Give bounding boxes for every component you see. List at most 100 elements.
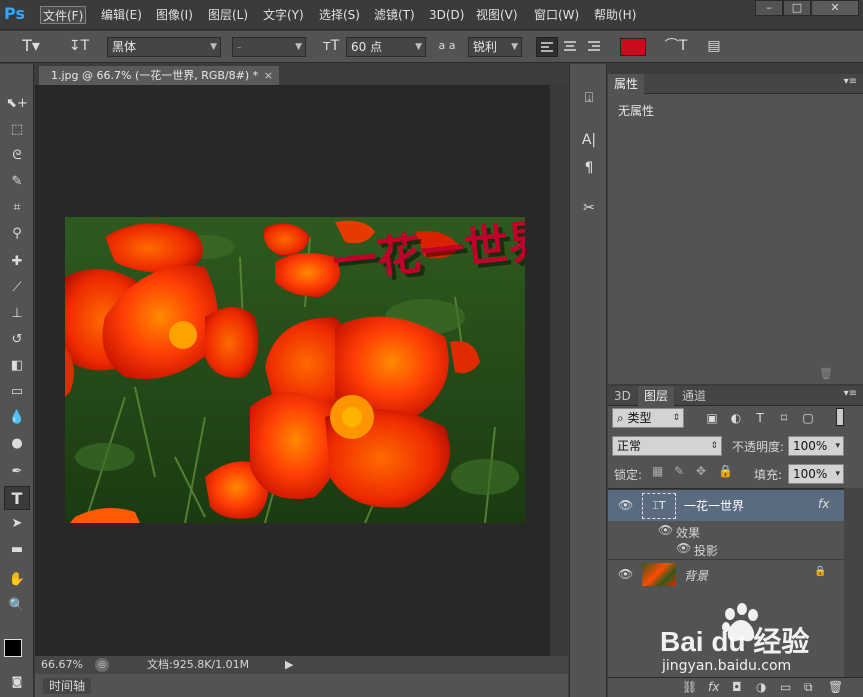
share-icon[interactable]: ◎ xyxy=(95,658,109,672)
text-color-swatch[interactable] xyxy=(620,38,646,56)
tab-3d[interactable]: 3D xyxy=(608,386,637,406)
type-tool-icon[interactable]: T xyxy=(4,486,30,510)
healing-brush-tool-icon[interactable]: ✚ xyxy=(4,250,30,274)
type-tool-preset-icon[interactable]: T▾ xyxy=(18,36,44,56)
link-layers-icon[interactable]: ⛓ xyxy=(682,680,697,694)
close-tab-icon[interactable]: × xyxy=(264,66,273,85)
lasso-tool-icon[interactable]: ᘓ xyxy=(4,144,30,168)
blur-tool-icon[interactable]: 💧 xyxy=(4,406,30,430)
tab-layers[interactable]: 图层 xyxy=(638,386,675,406)
zoom-level[interactable]: 66.67% xyxy=(41,656,83,674)
blend-mode-select[interactable]: 正常 ⇕ xyxy=(612,436,722,456)
add-style-icon[interactable]: fx xyxy=(708,680,719,694)
delete-layer-icon[interactable]: 🗑 xyxy=(828,680,843,694)
menu-type[interactable]: 文字(Y) xyxy=(261,6,306,24)
crop-tool-icon[interactable]: ⌗ xyxy=(4,196,30,220)
layer-row-text[interactable]: 👁 ⌶T 一花一世界 fx xyxy=(608,489,844,521)
layer-name[interactable]: 背景 xyxy=(684,567,708,584)
menu-layer[interactable]: 图层(L) xyxy=(206,6,250,24)
align-left-button[interactable] xyxy=(536,37,558,57)
antialias-select[interactable]: 锐利 ▼ xyxy=(468,37,522,57)
hand-tool-icon[interactable]: ✋ xyxy=(4,568,30,592)
close-icon[interactable]: ✕ xyxy=(811,0,859,16)
marquee-tool-icon[interactable]: ⬚ xyxy=(4,118,30,142)
toggle-text-orientation-icon[interactable]: ↧T xyxy=(66,36,92,56)
new-adjustment-icon[interactable]: ◑ xyxy=(756,680,766,694)
filter-adjustment-icon[interactable]: ◐ xyxy=(728,408,744,428)
menu-window[interactable]: 窗口(W) xyxy=(532,6,581,24)
align-right-button[interactable] xyxy=(584,37,606,57)
status-menu-arrow-icon[interactable]: ▶ xyxy=(285,656,293,674)
gradient-tool-icon[interactable]: ▭ xyxy=(4,380,30,404)
menu-image[interactable]: 图像(I) xyxy=(154,6,195,24)
maximize-icon[interactable]: □ xyxy=(783,0,811,16)
filter-pixel-icon[interactable]: ▣ xyxy=(704,408,720,428)
canvas-vertical-scrollbar[interactable] xyxy=(550,85,568,656)
pen-tool-icon[interactable]: ✒ xyxy=(4,460,30,484)
tab-channels[interactable]: 通道 xyxy=(676,386,712,406)
menu-edit[interactable]: 编辑(E) xyxy=(99,6,144,24)
delete-icon[interactable]: 🗑 xyxy=(819,367,833,380)
visibility-eye-icon[interactable]: 👁 xyxy=(618,498,633,512)
fill-input[interactable]: 100% ▾ xyxy=(788,464,844,484)
paragraph-panel-icon[interactable]: ¶ xyxy=(576,156,602,180)
menu-select[interactable]: 选择(S) xyxy=(317,6,362,24)
clone-stamp-tool-icon[interactable]: ⊥ xyxy=(4,302,30,326)
quick-select-tool-icon[interactable]: ✎ xyxy=(4,170,30,194)
eyedropper-tool-icon[interactable]: ⚲ xyxy=(4,222,30,246)
menu-view[interactable]: 视图(V) xyxy=(474,6,520,24)
lock-all-icon[interactable]: 🔒 xyxy=(718,464,733,478)
dodge-tool-icon[interactable]: ● xyxy=(4,432,30,456)
layer-name[interactable]: 一花一世界 xyxy=(684,497,744,514)
lock-position-icon[interactable]: ✥ xyxy=(696,464,706,478)
panel-menu-icon[interactable]: ▾≡ xyxy=(844,388,857,399)
tool-presets-icon[interactable]: ✂ xyxy=(576,196,602,220)
move-tool-icon[interactable]: ⬉+ xyxy=(4,92,30,116)
tab-properties[interactable]: 属性 xyxy=(608,74,645,94)
lock-transparency-icon[interactable]: ▦ xyxy=(652,464,663,478)
menu-filter[interactable]: 滤镜(T) xyxy=(372,6,417,24)
path-selection-tool-icon[interactable]: ➤ xyxy=(4,512,30,536)
menu-help[interactable]: 帮助(H) xyxy=(592,6,638,24)
character-panel-icon[interactable]: A| xyxy=(576,128,602,152)
opacity-input[interactable]: 100% ▾ xyxy=(788,436,844,456)
visibility-eye-icon[interactable]: 👁 xyxy=(618,567,633,581)
layer-filter-select[interactable]: ⌕ 类型 ⇕ xyxy=(612,408,684,428)
foreground-color-swatch[interactable] xyxy=(4,639,22,657)
warp-text-icon[interactable]: ⌒T xyxy=(664,36,688,56)
align-center-button[interactable] xyxy=(560,37,582,57)
menu-3d[interactable]: 3D(D) xyxy=(427,6,466,24)
history-brush-tool-icon[interactable]: ↺ xyxy=(4,328,30,352)
shape-tool-icon[interactable]: ▬ xyxy=(4,538,30,562)
canvas-area[interactable]: 一花一世界 一花一世界 xyxy=(35,85,559,656)
filter-type-icon[interactable]: T xyxy=(752,408,768,428)
panel-menu-icon[interactable]: ▾≡ xyxy=(844,76,857,87)
new-layer-icon[interactable]: ⧉ xyxy=(804,680,813,695)
brush-tool-icon[interactable]: ⟋ xyxy=(4,276,30,300)
history-panel-icon[interactable]: ⍗ xyxy=(576,86,602,110)
filter-toggle[interactable] xyxy=(836,408,844,426)
font-size-select[interactable]: 60 点 ▼ xyxy=(346,37,426,57)
font-family-select[interactable]: 黑体 ▼ xyxy=(107,37,221,57)
timeline-tab[interactable]: 时间轴 xyxy=(43,678,92,694)
quick-mask-icon[interactable]: ◙ xyxy=(4,670,30,694)
lock-pixels-icon[interactable]: ✎ xyxy=(674,464,684,478)
eraser-tool-icon[interactable]: ◧ xyxy=(4,354,30,378)
drop-shadow-label[interactable]: 投影 xyxy=(694,542,718,559)
minimize-icon[interactable]: – xyxy=(755,0,783,16)
document-image[interactable]: 一花一世界 一花一世界 xyxy=(65,215,559,524)
new-group-icon[interactable]: ▭ xyxy=(780,680,791,694)
filter-smart-object-icon[interactable]: ▢ xyxy=(800,408,816,428)
chevron-down-icon: ▾ xyxy=(835,441,840,451)
character-panel-toggle-icon[interactable]: ▤ xyxy=(702,36,726,56)
add-mask-icon[interactable]: ◘ xyxy=(732,680,742,694)
fx-badge[interactable]: fx xyxy=(818,497,829,511)
layer-row-background[interactable]: 👁 背景 🔒 xyxy=(608,559,844,589)
menu-file[interactable]: 文件(F) xyxy=(40,6,87,24)
document-tab[interactable]: 1.jpg @ 66.7% (一花一世界, RGB/8#) * × xyxy=(39,66,279,85)
effect-visibility-eye-icon[interactable]: 👁 xyxy=(658,523,673,537)
font-style-select[interactable]: - ▼ xyxy=(232,37,306,57)
filter-shape-icon[interactable]: ⌑ xyxy=(776,408,792,428)
effect-visibility-eye-icon[interactable]: 👁 xyxy=(676,541,691,555)
zoom-tool-icon[interactable]: 🔍 xyxy=(4,594,30,618)
